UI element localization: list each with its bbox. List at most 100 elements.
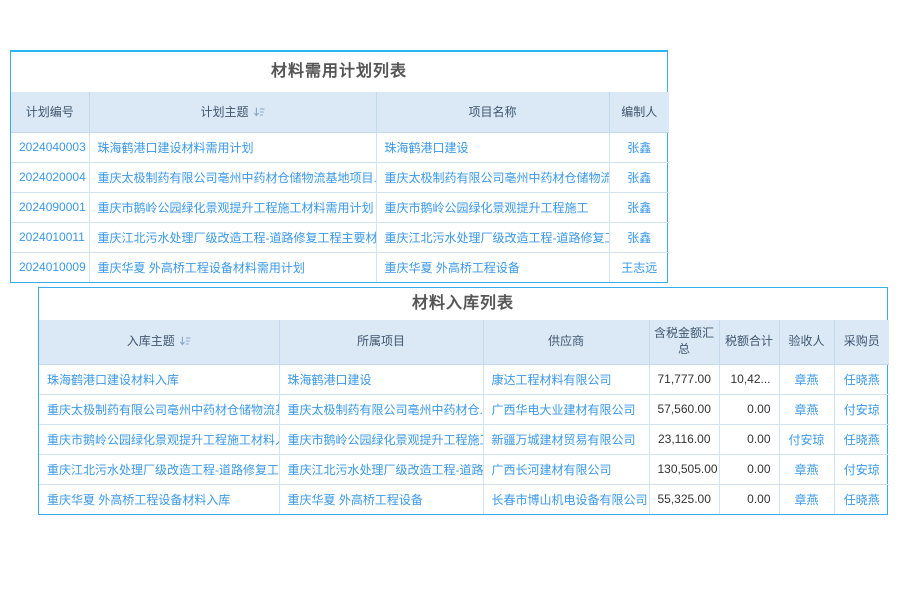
supplier-link[interactable]: 新疆万城建材贸易有限公司 — [492, 433, 636, 447]
owning-project-cell[interactable]: 重庆江北污水处理厂级改造工程-道路... — [279, 454, 483, 484]
inspector-link[interactable]: 章燕 — [794, 373, 818, 387]
plan-subject-cell[interactable]: 重庆江北污水处理厂级改造工程-道路修复工程主要材料 — [89, 222, 376, 252]
inspector-link[interactable]: 章燕 — [794, 463, 818, 477]
buyer-link[interactable]: 付安琼 — [844, 403, 880, 417]
inbound-subject-cell[interactable]: 重庆华夏 外高桥工程设备材料入库 — [39, 484, 279, 514]
plan-no-cell[interactable]: 2024090001 — [11, 192, 89, 222]
tax-total-cell: 0.00 — [719, 484, 779, 514]
plan-no-link[interactable]: 2024010009 — [19, 260, 86, 274]
supplier-cell[interactable]: 康达工程材料有限公司 — [483, 364, 649, 394]
plan-subject-cell[interactable]: 珠海鹤港口建设材料需用计划 — [89, 132, 376, 162]
supplier-link[interactable]: 长春市博山机电设备有限公司 — [492, 493, 648, 507]
inbound-subject-link[interactable]: 重庆市鹅岭公园绿化景观提升工程施工材料入库 — [47, 433, 279, 447]
plan-subject-link[interactable]: 重庆华夏 外高桥工程设备材料需用计划 — [98, 261, 305, 275]
inbound-subject-link[interactable]: 珠海鹤港口建设材料入库 — [47, 373, 179, 387]
plan-no-cell[interactable]: 2024040003 — [11, 132, 89, 162]
buyer-link[interactable]: 任晓燕 — [844, 373, 880, 387]
buyer-cell[interactable]: 任晓燕 — [834, 424, 889, 454]
inbound-subject-link[interactable]: 重庆江北污水处理厂级改造工程-道路修复工程... — [47, 463, 279, 477]
owning-project-link[interactable]: 重庆江北污水处理厂级改造工程-道路... — [288, 463, 484, 477]
creator-link[interactable]: 张鑫 — [627, 171, 651, 185]
supplier-link[interactable]: 康达工程材料有限公司 — [492, 373, 612, 387]
inbound-subject-cell[interactable]: 重庆太极制药有限公司亳州中药材仓储物流基... — [39, 394, 279, 424]
owning-project-link[interactable]: 重庆华夏 外高桥工程设备 — [288, 493, 423, 507]
sort-icon[interactable] — [179, 335, 191, 347]
col-header-plan-subject[interactable]: 计划主题 — [89, 92, 376, 132]
owning-project-cell[interactable]: 重庆市鹅岭公园绿化景观提升工程施工 — [279, 424, 483, 454]
supplier-cell[interactable]: 广西华电大业建材有限公司 — [483, 394, 649, 424]
buyer-cell[interactable]: 任晓燕 — [834, 364, 889, 394]
project-name-link[interactable]: 重庆江北污水处理厂级改造工程-道路修复工程 — [385, 231, 610, 245]
creator-cell[interactable]: 张鑫 — [609, 192, 669, 222]
supplier-link[interactable]: 广西长河建材有限公司 — [492, 463, 612, 477]
inbound-subject-link[interactable]: 重庆太极制药有限公司亳州中药材仓储物流基... — [47, 403, 279, 417]
inspector-link[interactable]: 章燕 — [794, 493, 818, 507]
buyer-link[interactable]: 任晓燕 — [844, 493, 880, 507]
plan-subject-cell[interactable]: 重庆太极制药有限公司亳州中药材仓储物流基地项目... — [89, 162, 376, 192]
inspector-cell[interactable]: 章燕 — [779, 364, 834, 394]
project-name-link[interactable]: 重庆市鹅岭公园绿化景观提升工程施工 — [385, 201, 589, 215]
buyer-cell[interactable]: 付安琼 — [834, 454, 889, 484]
table-row: 重庆市鹅岭公园绿化景观提升工程施工材料入库 重庆市鹅岭公园绿化景观提升工程施工 … — [39, 424, 889, 454]
plan-subject-cell[interactable]: 重庆华夏 外高桥工程设备材料需用计划 — [89, 252, 376, 282]
project-name-link[interactable]: 珠海鹤港口建设 — [385, 141, 469, 155]
inbound-subject-cell[interactable]: 珠海鹤港口建设材料入库 — [39, 364, 279, 394]
plan-subject-link[interactable]: 重庆江北污水处理厂级改造工程-道路修复工程主要材料 — [98, 231, 377, 245]
plan-no-link[interactable]: 2024020004 — [19, 170, 86, 184]
creator-cell[interactable]: 王志远 — [609, 252, 669, 282]
plan-no-cell[interactable]: 2024010011 — [11, 222, 89, 252]
creator-link[interactable]: 张鑫 — [627, 141, 651, 155]
owning-project-cell[interactable]: 重庆太极制药有限公司亳州中药材仓... — [279, 394, 483, 424]
plan-no-cell[interactable]: 2024020004 — [11, 162, 89, 192]
project-name-cell[interactable]: 重庆太极制药有限公司亳州中药材仓储物流... — [376, 162, 609, 192]
creator-cell[interactable]: 张鑫 — [609, 132, 669, 162]
supplier-cell[interactable]: 新疆万城建材贸易有限公司 — [483, 424, 649, 454]
plan-no-link[interactable]: 2024040003 — [19, 140, 86, 154]
inbound-subject-cell[interactable]: 重庆江北污水处理厂级改造工程-道路修复工程... — [39, 454, 279, 484]
plan-no-link[interactable]: 2024010011 — [19, 230, 85, 244]
owning-project-link[interactable]: 重庆太极制药有限公司亳州中药材仓... — [288, 403, 484, 417]
inspector-cell[interactable]: 章燕 — [779, 454, 834, 484]
buyer-link[interactable]: 任晓燕 — [844, 433, 880, 447]
table-row: 重庆华夏 外高桥工程设备材料入库 重庆华夏 外高桥工程设备 长春市博山机电设备有… — [39, 484, 889, 514]
amount-with-tax-cell: 57,560.00 — [649, 394, 719, 424]
supplier-cell[interactable]: 长春市博山机电设备有限公司 — [483, 484, 649, 514]
inspector-cell[interactable]: 章燕 — [779, 394, 834, 424]
inspector-link[interactable]: 章燕 — [794, 403, 818, 417]
project-name-link[interactable]: 重庆华夏 外高桥工程设备 — [385, 261, 520, 275]
owning-project-link[interactable]: 珠海鹤港口建设 — [288, 373, 372, 387]
project-name-link[interactable]: 重庆太极制药有限公司亳州中药材仓储物流... — [385, 171, 610, 185]
col-header-inbound-subject[interactable]: 入库主题 — [39, 320, 279, 364]
plan-no-cell[interactable]: 2024010009 — [11, 252, 89, 282]
plan-subject-cell[interactable]: 重庆市鹅岭公园绿化景观提升工程施工材料需用计划 — [89, 192, 376, 222]
plan-no-link[interactable]: 2024090001 — [19, 200, 86, 214]
sort-icon[interactable] — [253, 106, 265, 118]
creator-link[interactable]: 张鑫 — [627, 231, 651, 245]
project-name-cell[interactable]: 重庆华夏 外高桥工程设备 — [376, 252, 609, 282]
inspector-link[interactable]: 付安琼 — [788, 433, 824, 447]
table-row: 重庆太极制药有限公司亳州中药材仓储物流基... 重庆太极制药有限公司亳州中药材仓… — [39, 394, 889, 424]
plan-subject-link[interactable]: 重庆太极制药有限公司亳州中药材仓储物流基地项目... — [98, 171, 377, 185]
inspector-cell[interactable]: 付安琼 — [779, 424, 834, 454]
inspector-cell[interactable]: 章燕 — [779, 484, 834, 514]
creator-link[interactable]: 王志远 — [621, 261, 657, 275]
inbound-subject-cell[interactable]: 重庆市鹅岭公园绿化景观提升工程施工材料入库 — [39, 424, 279, 454]
buyer-cell[interactable]: 付安琼 — [834, 394, 889, 424]
creator-cell[interactable]: 张鑫 — [609, 162, 669, 192]
supplier-link[interactable]: 广西华电大业建材有限公司 — [492, 403, 636, 417]
project-name-cell[interactable]: 重庆市鹅岭公园绿化景观提升工程施工 — [376, 192, 609, 222]
supplier-cell[interactable]: 广西长河建材有限公司 — [483, 454, 649, 484]
project-name-cell[interactable]: 珠海鹤港口建设 — [376, 132, 609, 162]
owning-project-cell[interactable]: 重庆华夏 外高桥工程设备 — [279, 484, 483, 514]
buyer-link[interactable]: 付安琼 — [844, 463, 880, 477]
owning-project-cell[interactable]: 珠海鹤港口建设 — [279, 364, 483, 394]
plan-subject-link[interactable]: 重庆市鹅岭公园绿化景观提升工程施工材料需用计划 — [98, 201, 374, 215]
buyer-cell[interactable]: 任晓燕 — [834, 484, 889, 514]
inbound-subject-link[interactable]: 重庆华夏 外高桥工程设备材料入库 — [47, 493, 230, 507]
creator-cell[interactable]: 张鑫 — [609, 222, 669, 252]
owning-project-link[interactable]: 重庆市鹅岭公园绿化景观提升工程施工 — [288, 433, 484, 447]
material-inbound-list-card: 材料入库列表 入库主题 所属项目 供应商 含税金额汇总 税额合计 验收人 采购员… — [38, 287, 888, 515]
plan-subject-link[interactable]: 珠海鹤港口建设材料需用计划 — [98, 141, 254, 155]
creator-link[interactable]: 张鑫 — [627, 201, 651, 215]
project-name-cell[interactable]: 重庆江北污水处理厂级改造工程-道路修复工程 — [376, 222, 609, 252]
